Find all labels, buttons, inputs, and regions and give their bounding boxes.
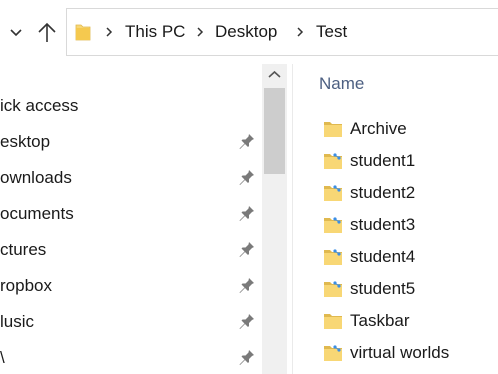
pin-icon[interactable] <box>238 168 256 186</box>
breadcrumb-this-pc[interactable]: This PC <box>125 21 185 43</box>
list-item[interactable]: Taskbar <box>293 305 498 337</box>
file-name: student3 <box>350 215 416 234</box>
pin-icon[interactable] <box>238 276 256 294</box>
shared-folder-icon <box>324 249 342 265</box>
nav-item-documents[interactable]: ocuments <box>0 197 262 229</box>
recent-locations-chevron-icon[interactable] <box>8 22 24 42</box>
address-bar[interactable]: This PC Desktop Test <box>66 8 498 56</box>
nav-item-label: ocuments <box>0 204 74 223</box>
pin-icon[interactable] <box>238 132 256 150</box>
nav-item-label: esktop <box>0 132 51 151</box>
breadcrumb-separator-icon[interactable] <box>195 26 205 38</box>
nav-item-music[interactable]: lusic <box>0 305 262 337</box>
file-name: student4 <box>350 247 416 266</box>
address-row: This PC Desktop Test <box>0 0 498 64</box>
file-name: student2 <box>350 183 416 202</box>
nav-item-desktop[interactable]: esktop <box>0 125 262 157</box>
file-list-pane: Name Archive student1 student2 student3 … <box>293 64 498 374</box>
navigation-pane: ick access esktop ownloads ocuments ctur… <box>0 64 262 374</box>
nav-item-drive[interactable]: \ <box>0 341 262 373</box>
shared-folder-icon <box>324 281 342 297</box>
nav-item-label: lusic <box>0 312 35 331</box>
nav-item-downloads[interactable]: ownloads <box>0 161 262 193</box>
nav-item-label: ick access <box>0 96 79 115</box>
nav-item-quick-access[interactable]: ick access <box>0 89 262 121</box>
nav-item-label: ctures <box>0 240 47 259</box>
list-item[interactable]: student2 <box>293 177 498 209</box>
list-item[interactable]: student4 <box>293 241 498 273</box>
scroll-up-arrow-icon[interactable] <box>262 64 287 86</box>
folder-icon <box>324 122 342 137</box>
folder-icon <box>324 314 342 329</box>
list-item[interactable]: student3 <box>293 209 498 241</box>
list-item[interactable]: virtual worlds <box>293 337 498 369</box>
nav-pane-scrollbar[interactable] <box>262 64 287 374</box>
breadcrumb-separator-icon[interactable] <box>104 26 114 38</box>
nav-item-label: ownloads <box>0 168 72 187</box>
breadcrumb-desktop[interactable]: Desktop <box>215 21 277 43</box>
breadcrumb-test[interactable]: Test <box>316 21 347 43</box>
shared-folder-icon <box>324 217 342 233</box>
nav-item-dropbox[interactable]: ropbox <box>0 269 262 301</box>
nav-item-label: \ <box>0 348 5 367</box>
file-name: Taskbar <box>350 311 410 330</box>
folder-icon <box>75 24 91 41</box>
scroll-thumb[interactable] <box>264 88 285 174</box>
file-name: student1 <box>350 151 416 170</box>
file-name: virtual worlds <box>350 343 450 362</box>
nav-item-label: ropbox <box>0 276 52 295</box>
shared-folder-icon <box>324 185 342 201</box>
pin-icon[interactable] <box>238 204 256 222</box>
column-header-name[interactable]: Name <box>319 73 364 95</box>
pin-icon[interactable] <box>238 240 256 258</box>
nav-item-pictures[interactable]: ctures <box>0 233 262 265</box>
list-item[interactable]: Archive <box>293 113 498 145</box>
pin-icon[interactable] <box>238 312 256 330</box>
pin-icon[interactable] <box>238 348 256 366</box>
file-name: Archive <box>350 119 407 138</box>
list-item[interactable]: student1 <box>293 145 498 177</box>
file-name: student5 <box>350 279 416 298</box>
shared-folder-icon <box>324 153 342 169</box>
breadcrumb-separator-icon[interactable] <box>295 26 305 38</box>
list-item[interactable]: student5 <box>293 273 498 305</box>
shared-folder-icon <box>324 345 342 361</box>
up-arrow-icon[interactable] <box>36 20 58 44</box>
